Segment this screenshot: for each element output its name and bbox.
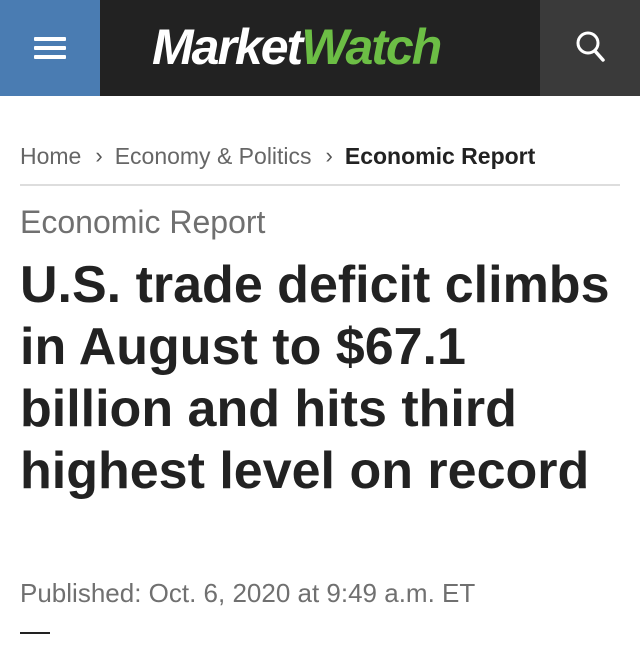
logo-text-market: Market (152, 19, 303, 75)
search-button[interactable] (540, 0, 640, 96)
published-timestamp: Published: Oct. 6, 2020 at 9:49 a.m. ET (20, 578, 476, 608)
article-section-label[interactable]: Economic Report (20, 204, 265, 241)
breadcrumb-economic-report-link[interactable]: Economic Report (345, 136, 535, 176)
top-navigation-bar: MarketWatch (0, 0, 640, 96)
hamburger-menu-icon (34, 46, 66, 50)
breadcrumb: Home › Economy & Politics › Economic Report (20, 134, 535, 174)
search-icon (576, 31, 605, 62)
marketwatch-logo[interactable]: MarketWatch (152, 14, 442, 80)
hamburger-menu-icon (34, 55, 66, 59)
byline-divider (20, 632, 50, 634)
breadcrumb-divider (20, 184, 620, 186)
menu-button[interactable] (0, 0, 100, 96)
logo-text-watch: Watch (301, 19, 442, 75)
hamburger-menu-icon (34, 37, 66, 41)
breadcrumb-economy-politics-link[interactable]: Economy & Politics (115, 136, 312, 176)
breadcrumb-home-link[interactable]: Home (20, 136, 81, 176)
chevron-right-icon: › (95, 142, 103, 168)
chevron-right-icon: › (325, 142, 333, 168)
article-headline: U.S. trade deficit climbs in August to $… (20, 256, 610, 500)
